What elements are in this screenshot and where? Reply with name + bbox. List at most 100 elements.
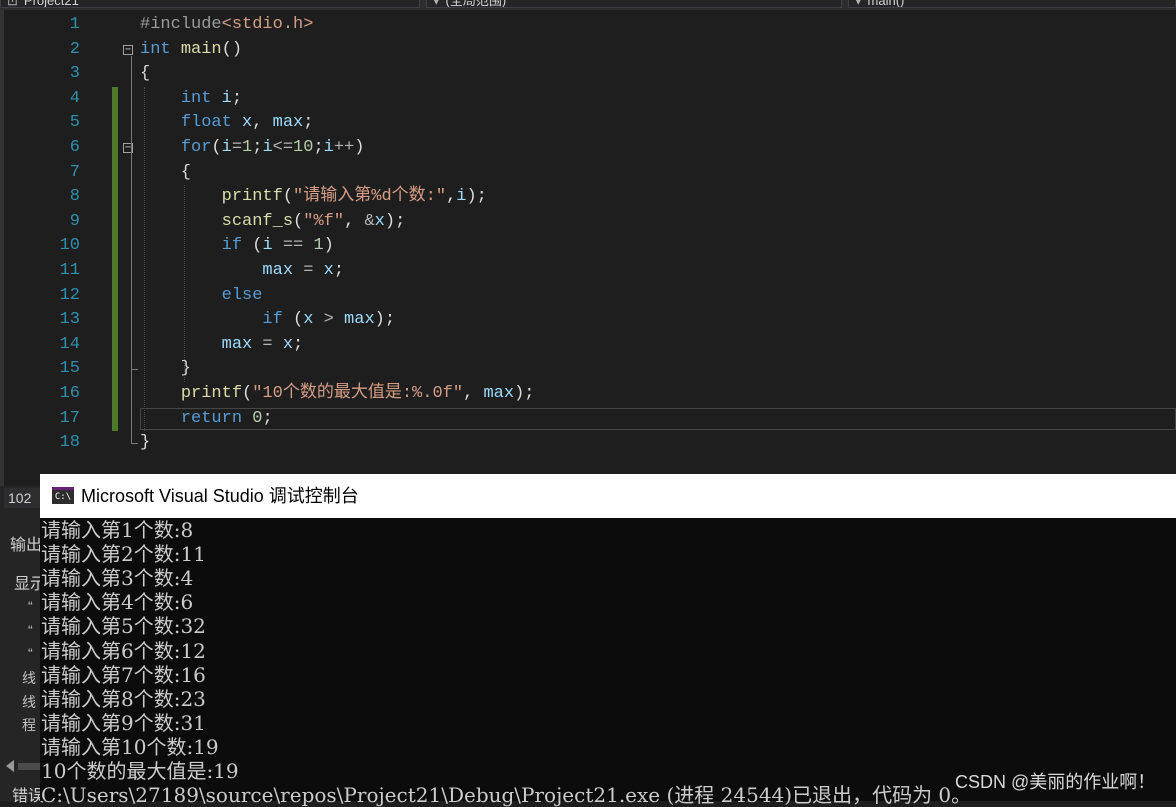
code-token: );	[466, 187, 487, 207]
code-token: )	[323, 236, 334, 256]
code-line[interactable]: 5 float x, max;	[0, 111, 1176, 136]
console-line: 请输入第6个数:12	[41, 638, 206, 663]
code-token: x	[242, 113, 253, 133]
code-token: "%f"	[303, 211, 345, 231]
code-token: i	[323, 138, 334, 157]
code-line[interactable]: 7 {	[0, 160, 1176, 186]
code-text: printf("10个数的最大值是:%.0f", max);	[140, 382, 535, 407]
console-line: 请输入第10个数:19	[41, 734, 219, 759]
code-text: if (x > max);	[140, 308, 395, 333]
code-text: {	[140, 161, 191, 186]
code-token: (	[282, 187, 294, 207]
line-number: 4	[69, 88, 80, 108]
fold-toggle-icon[interactable]: −	[123, 44, 133, 55]
change-marker	[112, 111, 118, 136]
line-number: 9	[69, 211, 80, 231]
console-title-bar[interactable]: C:\ Microsoft Visual Studio 调试控制台	[40, 474, 1176, 518]
console-line: 请输入第9个数:31	[41, 710, 206, 735]
code-token: >	[313, 310, 345, 330]
code-line[interactable]: 2 int main()	[0, 38, 1176, 63]
code-token: max	[483, 384, 515, 403]
code-line[interactable]: 18}	[0, 431, 1176, 456]
code-editor[interactable]: 1 #include<stdio.h> 2 int main() 3{4 int i; 5…	[0, 10, 1176, 486]
code-line[interactable]: 15 }	[0, 357, 1176, 382]
code-token: "请输入第%d个数:"	[293, 187, 447, 207]
code-token: ,	[252, 113, 273, 133]
line-number: 8	[69, 187, 80, 207]
fold-range-end	[131, 369, 138, 371]
code-token: #include	[140, 15, 222, 34]
code-token: scanf_s	[221, 211, 294, 231]
code-token: (	[242, 384, 253, 403]
console-title: Microsoft Visual Studio 调试控制台	[81, 486, 359, 506]
change-marker	[112, 357, 118, 382]
current-line-highlight	[140, 407, 1176, 430]
output-row-fragment: “	[28, 598, 33, 614]
member-dropdown[interactable]: ▾ main()	[848, 0, 1176, 8]
scope-dropdown[interactable]: ▾ (全局范围)	[426, 0, 842, 8]
code-text: if (i == 1)	[140, 234, 334, 259]
code-token: );	[384, 211, 406, 231]
code-line[interactable]: 3{	[0, 62, 1176, 87]
change-marker	[112, 406, 118, 432]
code-text: scanf_s("%f", &x);	[140, 210, 406, 235]
code-line[interactable]: 13 if (x > max);	[0, 308, 1176, 333]
code-text: for(i=1;i<=10;i++)	[140, 136, 365, 161]
code-token: <=	[272, 138, 294, 157]
code-token: max	[272, 113, 304, 133]
line-number: 16	[59, 384, 80, 403]
code-line[interactable]: 16 printf("10个数的最大值是:%.0f", max);	[0, 382, 1176, 407]
line-number: 15	[59, 359, 80, 379]
code-line[interactable]: 10 if (i == 1)	[0, 234, 1176, 259]
line-number: 7	[69, 162, 80, 182]
code-line[interactable]: 6 for(i=1;i<=10;i++)	[0, 136, 1176, 161]
output-row-fragment: 线	[22, 670, 36, 686]
code-line[interactable]: 12 else	[0, 283, 1176, 309]
scope-name: (全局范围)	[445, 0, 507, 8]
code-token: ;	[313, 138, 324, 157]
code-token: ;	[231, 88, 243, 108]
code-token: 1	[313, 236, 324, 256]
zoom-level[interactable]: 102	[4, 488, 44, 508]
code-token: x	[323, 261, 334, 280]
console-line: 请输入第5个数:32	[41, 614, 206, 639]
code-line[interactable]: 8 printf("请输入第%d个数:",i);	[0, 185, 1176, 210]
project-dropdown[interactable]: ⊡ Project21	[0, 0, 420, 8]
change-marker	[112, 209, 118, 235]
code-token: ,	[344, 211, 365, 231]
code-token: else	[221, 285, 263, 305]
change-marker	[112, 160, 118, 186]
console-line: 10个数的最大值是:19	[41, 759, 239, 783]
chevron-down-icon: ▾	[855, 0, 862, 8]
debug-console-window[interactable]: C:\ Microsoft Visual Studio 调试控制台 请输入第1个…	[40, 474, 1176, 807]
code-token: ==	[272, 236, 314, 256]
code-line[interactable]: 11 max = x;	[0, 259, 1176, 284]
code-text: max = x;	[140, 333, 304, 358]
console-output: 请输入第1个数:8 请输入第2个数:11 请输入第3个数:4 请输入第4个数:6 请输入…	[40, 518, 1176, 807]
code-token: =	[231, 138, 243, 157]
output-row-fragment: 线	[22, 694, 36, 710]
code-line[interactable]: 9 scanf_s("%f", &x);	[0, 209, 1176, 235]
code-line[interactable]: 14 max = x;	[0, 332, 1176, 358]
code-token: for	[180, 138, 212, 157]
code-text: #include<stdio.h>	[140, 13, 313, 38]
output-row-fragment: 程	[22, 717, 36, 733]
line-number: 18	[59, 433, 80, 453]
horizontal-scrollbar[interactable]	[18, 763, 40, 770]
code-token: ;	[303, 113, 314, 133]
code-token: }	[140, 433, 151, 453]
code-token: float	[180, 113, 232, 133]
line-number: 3	[69, 64, 80, 84]
code-line[interactable]: 1 #include<stdio.h>	[0, 13, 1176, 38]
output-tab[interactable]: 输出	[10, 531, 42, 555]
code-token: ++	[333, 138, 355, 157]
code-token: i	[262, 138, 273, 157]
scroll-left-icon[interactable]	[6, 760, 14, 772]
code-text: int i;	[140, 87, 242, 112]
code-line[interactable]: 4 int i;	[0, 86, 1176, 112]
line-number: 14	[59, 334, 80, 354]
